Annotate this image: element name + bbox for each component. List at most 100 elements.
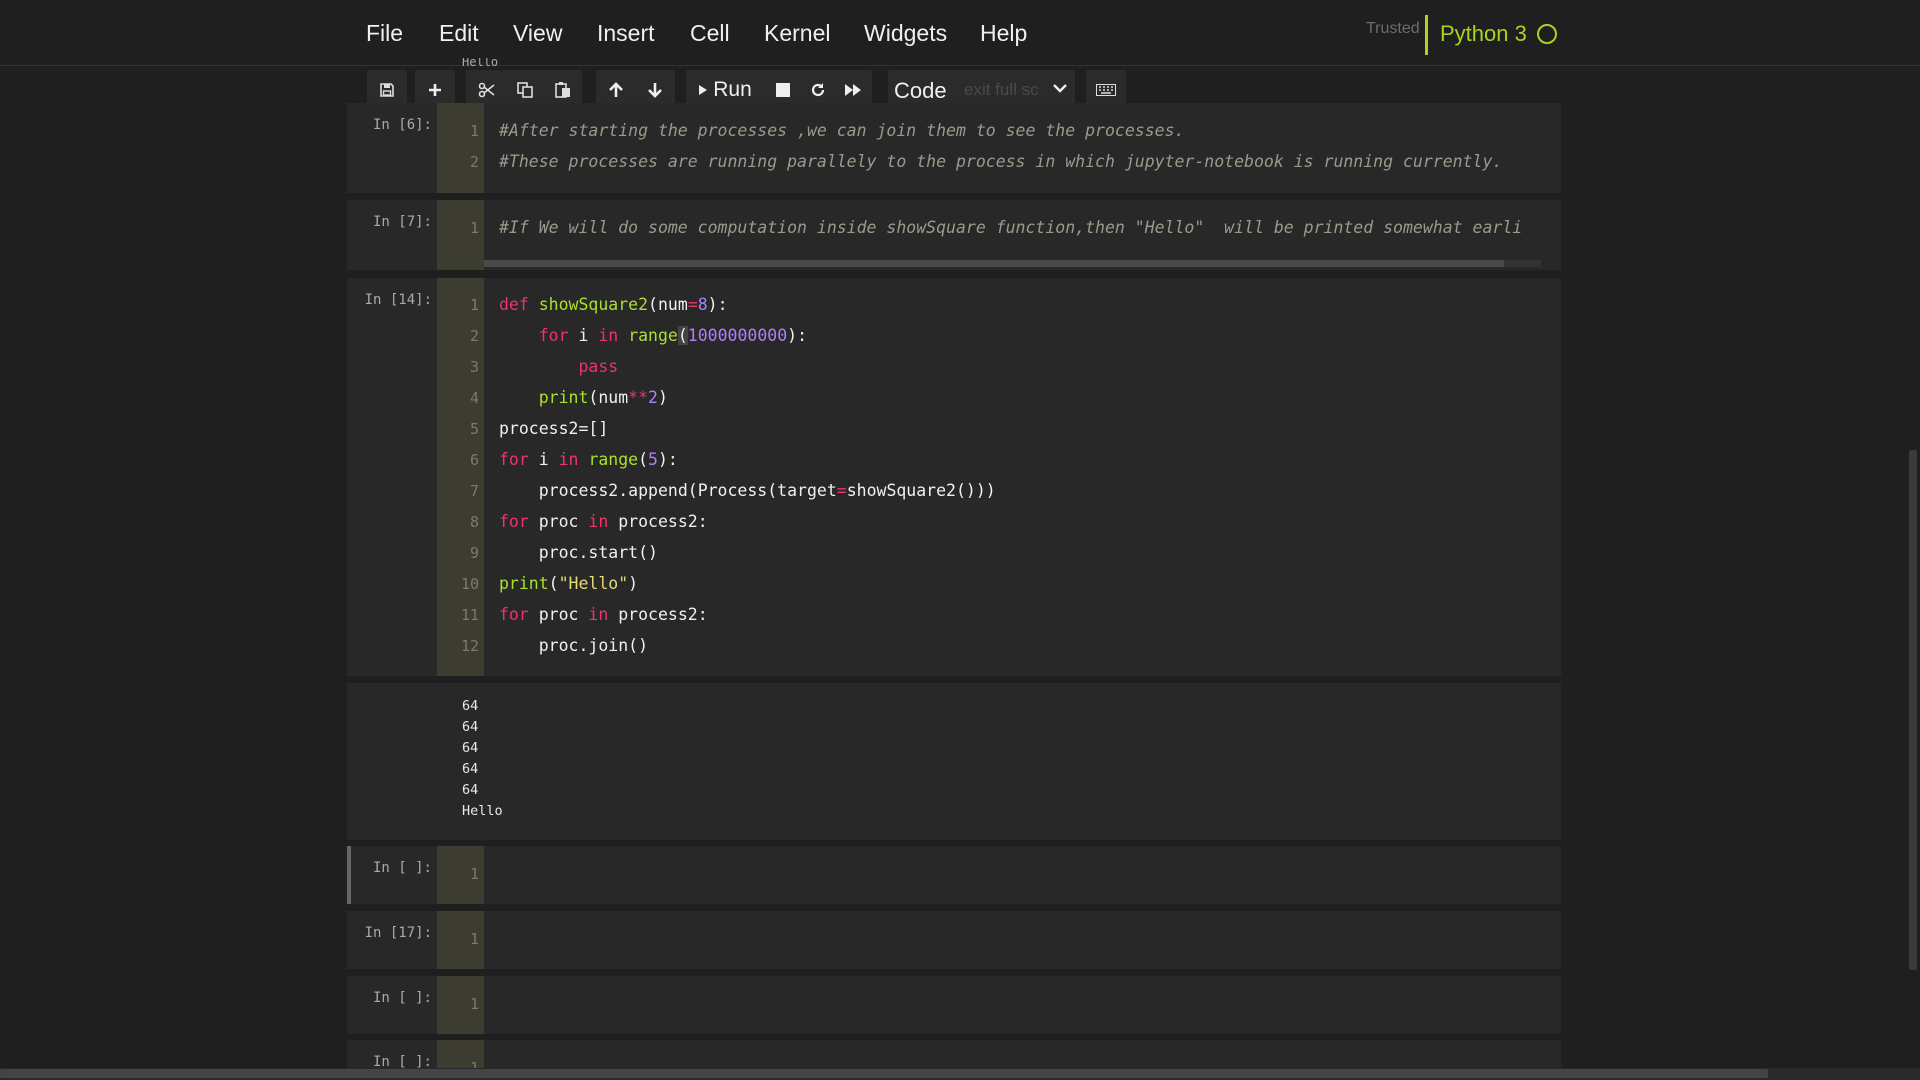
token: (num [588, 388, 629, 407]
line-number: 7 [469, 482, 479, 500]
line-number: 2 [469, 153, 479, 171]
kw-token: in [558, 450, 579, 469]
token: process2: [618, 605, 708, 624]
line-number: 1 [469, 995, 479, 1013]
output-line: Hello [462, 803, 503, 819]
token: proc.start() [538, 543, 658, 562]
output-line: 64 [462, 719, 479, 735]
output-line: 64 [462, 782, 479, 798]
cut-icon [478, 82, 495, 98]
code-line[interactable]: #After starting the processes ,we can jo… [499, 121, 1184, 140]
token: =[] [578, 419, 609, 438]
horizontal-scrollbar[interactable] [484, 260, 1504, 267]
code-line[interactable]: print(num**2) [499, 388, 668, 407]
token: (num [648, 295, 688, 314]
code-line[interactable]: for i in range(5): [499, 450, 678, 469]
code-line[interactable]: proc.start() [499, 543, 658, 562]
token: ): [707, 295, 728, 314]
cell-prompt: In [14]: [364, 292, 432, 308]
token: showSquare2())) [846, 481, 996, 500]
menu-help[interactable]: Help [980, 20, 1027, 47]
str-token: "Hello" [558, 574, 629, 593]
kw-token: for [499, 605, 529, 624]
keyboard-icon [1096, 84, 1116, 96]
kernel-separator [1425, 15, 1428, 55]
output-line: 64 [462, 698, 479, 714]
notebook-cell[interactable]: In [17]: 1 [347, 911, 1561, 969]
line-number-gutter: 1 [437, 911, 484, 969]
code-line[interactable]: process2.append(Process(target=showSquar… [499, 481, 996, 500]
menu-file[interactable]: File [366, 20, 403, 47]
line-number: 1 [469, 219, 479, 237]
menu-widgets[interactable]: Widgets [864, 20, 947, 47]
token: i [568, 326, 599, 345]
code-line[interactable]: pass [499, 357, 618, 376]
kw-token: for [499, 450, 529, 469]
num-token: 8 [697, 295, 708, 314]
notebook-cell[interactable]: In [ ]: 1 [347, 976, 1561, 1034]
menu-kernel[interactable]: Kernel [764, 20, 830, 47]
cell-prompt: In [7]: [372, 214, 432, 230]
move-up-icon [608, 82, 623, 97]
line-number: 8 [469, 513, 479, 531]
cell-prompt: In [17]: [364, 925, 432, 941]
code-line[interactable]: #If We will do some computation inside s… [499, 218, 1522, 237]
num-token: 2 [648, 388, 658, 407]
code-line[interactable]: #These processes are running parallely t… [499, 152, 1502, 171]
vertical-scrollbar[interactable] [1909, 450, 1917, 970]
line-number-gutter: 1 [437, 200, 484, 270]
menu-insert[interactable]: Insert [597, 20, 655, 47]
code-line[interactable]: def showSquare2(num=8): [499, 295, 728, 314]
code-line[interactable]: for proc in process2: [499, 605, 708, 624]
kw-token: in [598, 326, 619, 345]
trusted-indicator[interactable]: Trusted [1366, 20, 1420, 38]
output-line: 64 [462, 740, 479, 756]
exit-fullscreen-ghost-text: exit full sc [964, 80, 1039, 99]
line-number: 1 [469, 122, 479, 140]
notebook-cell[interactable]: In [7]: 1 #If We will do some computatio… [347, 200, 1561, 270]
notebook-cell[interactable]: In [6]: 1 2 #After starting the processe… [347, 103, 1561, 193]
menu-bar: File Edit View Insert Cell Kernel Widget… [0, 0, 1920, 66]
menu-cell[interactable]: Cell [690, 20, 730, 47]
cell-output-divider [347, 676, 1561, 683]
kw-token: in [588, 605, 609, 624]
line-number: 12 [460, 637, 479, 655]
menu-view[interactable]: View [513, 20, 562, 47]
token: ( [677, 326, 688, 345]
code-line[interactable]: print("Hello") [499, 574, 638, 593]
cell-type-value: Code [894, 78, 947, 103]
restart-icon [811, 83, 825, 97]
chevron-down-icon [1053, 84, 1067, 93]
code-line[interactable]: process2=[] [499, 419, 608, 438]
menu-edit[interactable]: Edit [439, 20, 479, 47]
line-number: 4 [469, 389, 479, 407]
fn-token: print [538, 388, 589, 407]
code-viewport: #If We will do some computation inside s… [499, 200, 1541, 255]
cell-selection-indicator [347, 846, 351, 904]
notebook-cell-selected[interactable]: In [ ]: 1 [347, 846, 1561, 904]
token: i [528, 450, 559, 469]
line-number: 1 [469, 930, 479, 948]
run-icon [699, 85, 708, 95]
op-token: = [687, 295, 698, 314]
code-line[interactable]: for proc in process2: [499, 512, 708, 531]
line-number: 1 [469, 296, 479, 314]
horizontal-scrollbar[interactable] [0, 1069, 1768, 1078]
code-line[interactable]: proc.join() [499, 636, 648, 655]
scrolled-output-peek: Hello [462, 58, 499, 66]
notebook-cell[interactable]: In [14]: 1 2 3 4 5 6 7 8 9 10 11 12 def … [347, 278, 1561, 840]
kernel-idle-icon [1537, 24, 1557, 44]
kernel-name[interactable]: Python 3 [1440, 21, 1527, 47]
line-number: 9 [469, 544, 479, 562]
line-number-gutter: 1 2 [437, 103, 484, 193]
line-number: 2 [469, 327, 479, 345]
token: process2: [618, 512, 708, 531]
line-number: 11 [460, 606, 479, 624]
fast-forward-icon [845, 84, 861, 96]
fn-token: range [588, 450, 639, 469]
kw-token: for [499, 512, 529, 531]
add-cell-icon [429, 84, 441, 96]
code-line[interactable]: for i in range(1000000000): [499, 326, 807, 345]
kw-token: in [588, 512, 609, 531]
op-token: = [836, 481, 847, 500]
